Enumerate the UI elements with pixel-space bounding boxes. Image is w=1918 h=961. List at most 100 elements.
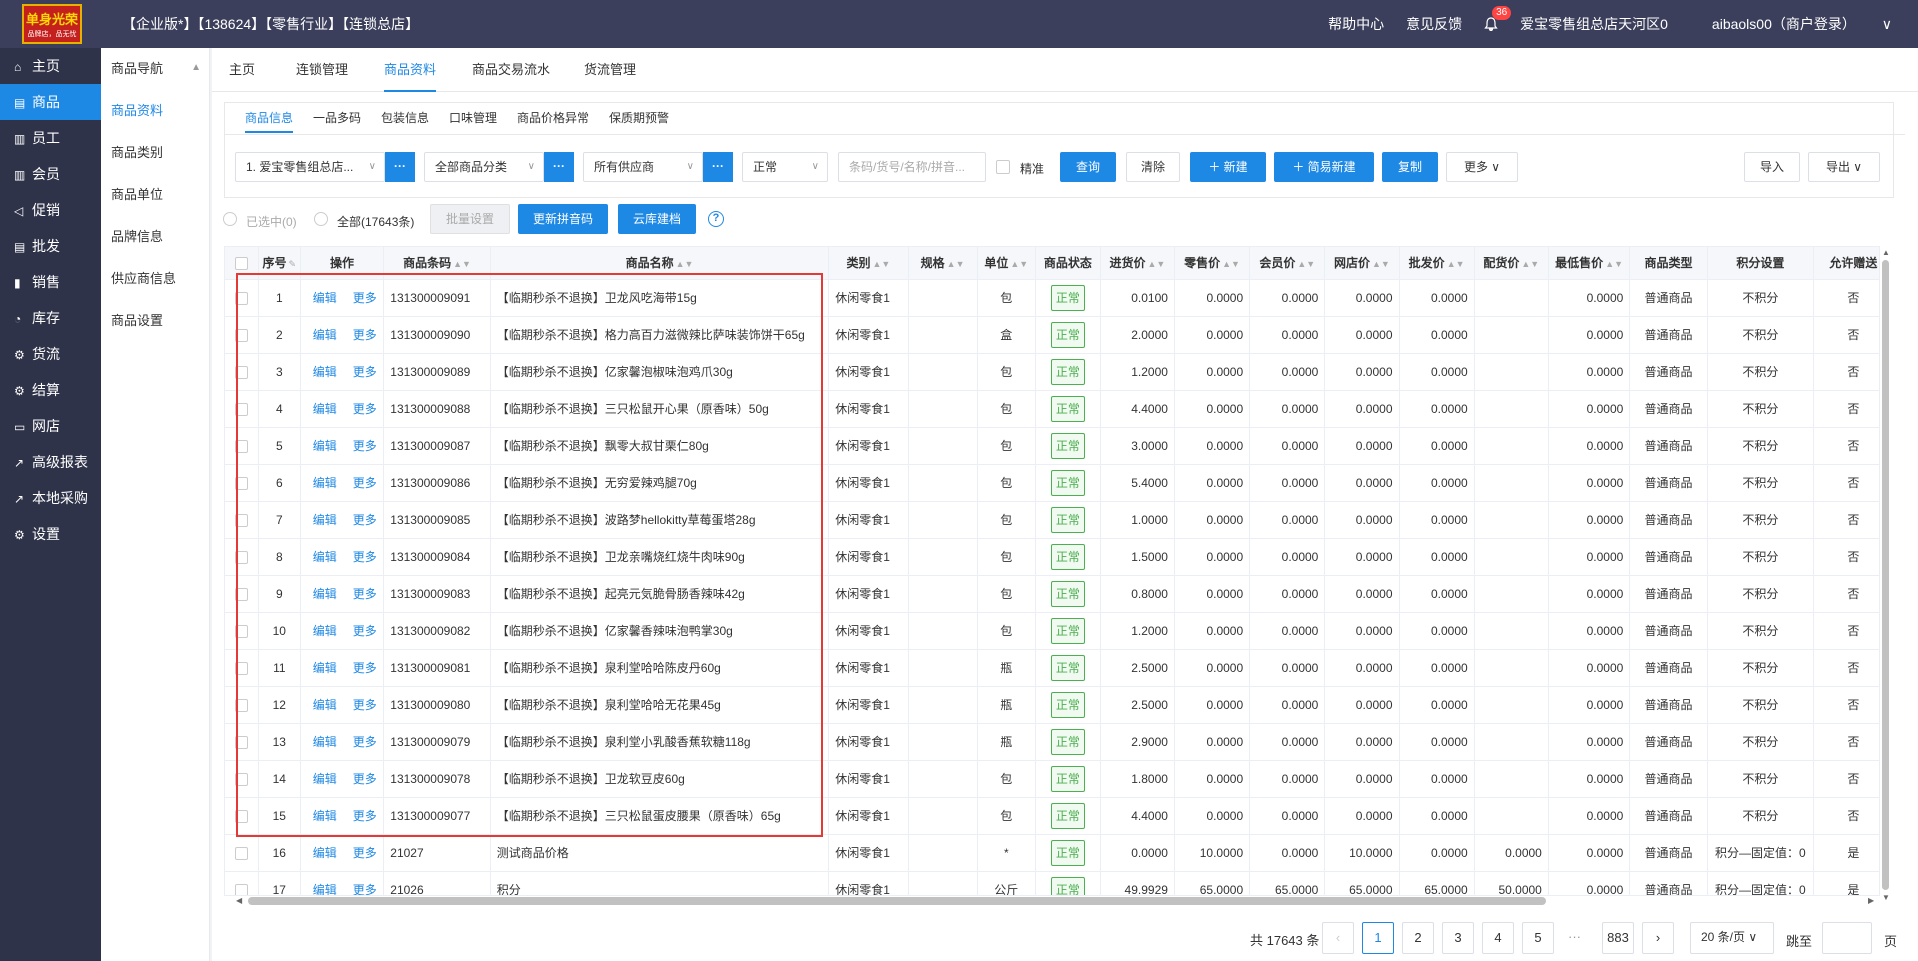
user-menu[interactable]: aibaols00（商户登录） ∨ — [1690, 14, 1892, 34]
column-header[interactable]: 单位 ▲▼ — [977, 247, 1037, 280]
help-center-link[interactable]: 帮助中心 — [1328, 14, 1384, 34]
table-row[interactable]: 5 编辑 更多 131300009087 【临期秒杀不退换】飘零大叔甘栗仁80g 休闲零食… — [225, 427, 1879, 465]
next-page-button[interactable]: › — [1642, 922, 1674, 954]
cloud-archive-button[interactable]: 云库建档 — [618, 204, 696, 234]
supplier-picker-button[interactable]: ··· — [703, 152, 733, 182]
sidebar-item-goods[interactable]: ▤ 商品 — [0, 84, 101, 120]
supplier-select[interactable]: 所有供应商 ∨ — [583, 152, 703, 182]
clear-button[interactable]: 清除 — [1126, 152, 1180, 182]
category-picker-button[interactable]: ··· — [544, 152, 574, 182]
row-checkbox[interactable] — [234, 291, 248, 305]
column-header[interactable]: 积分设置 — [1707, 247, 1815, 280]
column-header[interactable]: 规格 ▲▼ — [908, 247, 978, 280]
last-page-button[interactable]: 883 — [1602, 922, 1634, 954]
status-select[interactable]: 正常 ∨ — [742, 152, 828, 182]
sidebar-item-home[interactable]: ⌂ 主页 — [0, 48, 101, 84]
table-row[interactable]: 7 编辑 更多 131300009085 【临期秒杀不退换】波路梦hellokitty草… — [225, 501, 1879, 539]
more-link[interactable]: 更多 — [353, 772, 377, 786]
row-checkbox[interactable] — [234, 624, 248, 638]
more-link[interactable]: 更多 — [353, 809, 377, 823]
sidebar-item-shop[interactable]: ▭ 网店 — [0, 408, 101, 444]
table-row[interactable]: 13 编辑 更多 131300009079 【临期秒杀不退换】泉利堂小乳酸香蕉软糖118… — [225, 723, 1879, 761]
column-header[interactable]: 会员价 ▲▼ — [1249, 247, 1326, 280]
column-header[interactable]: 序号 ✎ — [258, 247, 301, 280]
sort-icon[interactable]: ▲▼ — [676, 259, 694, 269]
page-5-button[interactable]: 5 — [1522, 922, 1554, 954]
edit-link[interactable]: 编辑 — [313, 772, 337, 786]
scroll-up-icon[interactable]: ▲ — [1882, 248, 1890, 257]
update-pinyin-button[interactable]: 更新拼音码 — [518, 204, 608, 234]
tab-chain-management[interactable]: 连锁管理 — [296, 48, 348, 92]
sort-icon[interactable]: ▲▼ — [1521, 259, 1539, 269]
sort-icon[interactable]: ▲▼ — [1222, 259, 1240, 269]
collapse-arrow-icon[interactable]: ▲ — [191, 62, 201, 73]
more-link[interactable]: 更多 — [353, 883, 377, 895]
edit-link[interactable]: 编辑 — [313, 476, 337, 490]
notification-bell-icon[interactable]: 36 — [1484, 6, 1512, 32]
table-row[interactable]: 3 编辑 更多 131300009089 【临期秒杀不退换】亿家馨泡椒味泡鸡爪30g 休闲… — [225, 353, 1879, 391]
sort-icon[interactable]: ▲▼ — [1147, 259, 1165, 269]
column-header[interactable]: 类别 ▲▼ — [828, 247, 909, 280]
edit-link[interactable]: 编辑 — [313, 624, 337, 638]
query-button[interactable]: 查询 — [1060, 152, 1116, 182]
column-header[interactable]: 进货价 ▲▼ — [1100, 247, 1175, 280]
export-button[interactable]: 导出 ∨ — [1808, 152, 1880, 182]
column-settings-icon[interactable]: ✎ — [289, 259, 297, 269]
more-link[interactable]: 更多 — [353, 587, 377, 601]
store-name[interactable]: 爱宝零售组总店天河区0 — [1520, 14, 1668, 34]
tab-home[interactable]: 主页 — [229, 48, 255, 92]
new-button[interactable]: ＋ 新建 — [1190, 152, 1266, 182]
scroll-left-icon[interactable]: ◀ — [236, 896, 242, 905]
horizontal-scrollbar[interactable] — [248, 897, 1546, 905]
feedback-link[interactable]: 意见反馈 — [1406, 14, 1462, 34]
subtab-flavor[interactable]: 口味管理 — [449, 103, 497, 133]
subnav-item[interactable]: 商品类别 — [101, 132, 209, 174]
goto-page-input[interactable] — [1822, 922, 1872, 954]
edit-link[interactable]: 编辑 — [313, 883, 337, 895]
row-checkbox[interactable] — [234, 661, 248, 675]
table-row[interactable]: 1 编辑 更多 131300009091 【临期秒杀不退换】卫龙风吃海带15g 休闲零食1… — [225, 279, 1879, 317]
edit-link[interactable]: 编辑 — [313, 513, 337, 527]
column-header[interactable]: 配货价 ▲▼ — [1474, 247, 1549, 280]
edit-link[interactable]: 编辑 — [313, 809, 337, 823]
sidebar-item-stock[interactable]: ◔ 库存 — [0, 300, 101, 336]
page-4-button[interactable]: 4 — [1482, 922, 1514, 954]
more-link[interactable]: 更多 — [353, 291, 377, 305]
sort-icon[interactable]: ▲▼ — [453, 259, 471, 269]
brand-logo[interactable]: 单身光荣 品牌店，品无忧 — [22, 4, 82, 44]
subnav-item[interactable]: 商品单位 — [101, 174, 209, 216]
edit-link[interactable]: 编辑 — [313, 661, 337, 675]
more-link[interactable]: 更多 — [353, 476, 377, 490]
row-checkbox[interactable] — [234, 772, 248, 786]
selected-radio[interactable] — [223, 212, 237, 226]
row-checkbox[interactable] — [234, 698, 248, 712]
edit-link[interactable]: 编辑 — [313, 402, 337, 416]
column-header[interactable]: 商品状态 — [1035, 247, 1101, 280]
subnav-item[interactable]: 供应商信息 — [101, 258, 209, 300]
category-select[interactable]: 全部商品分类 ∨ — [424, 152, 544, 182]
column-header[interactable]: 零售价 ▲▼ — [1174, 247, 1251, 280]
subtab-package-info[interactable]: 包装信息 — [381, 103, 429, 133]
import-button[interactable]: 导入 — [1744, 152, 1800, 182]
edit-link[interactable]: 编辑 — [313, 698, 337, 712]
sort-icon[interactable]: ▲▼ — [947, 259, 965, 269]
page-3-button[interactable]: 3 — [1442, 922, 1474, 954]
more-link[interactable]: 更多 — [353, 513, 377, 527]
sidebar-item-staff[interactable]: ▥ 员工 — [0, 120, 101, 156]
row-checkbox[interactable] — [234, 587, 248, 601]
sidebar-item-report[interactable]: ↗ 高级报表 — [0, 444, 101, 480]
more-link[interactable]: 更多 — [353, 402, 377, 416]
more-link[interactable]: 更多 — [353, 439, 377, 453]
row-checkbox[interactable] — [234, 846, 248, 860]
column-header[interactable]: 最低售价 ▲▼ — [1548, 247, 1631, 280]
edit-link[interactable]: 编辑 — [313, 439, 337, 453]
vertical-scrollbar[interactable] — [1882, 260, 1889, 890]
sort-icon[interactable]: ▲▼ — [1447, 259, 1465, 269]
edit-link[interactable]: 编辑 — [313, 291, 337, 305]
sort-icon[interactable]: ▲▼ — [873, 259, 891, 269]
page-1-button[interactable]: 1 — [1362, 922, 1394, 954]
table-row[interactable]: 6 编辑 更多 131300009086 【临期秒杀不退换】无穷爱辣鸡腿70g 休闲零食1… — [225, 464, 1879, 502]
help-icon[interactable]: ? — [708, 211, 724, 227]
sidebar-item-member[interactable]: ▥ 会员 — [0, 156, 101, 192]
table-row[interactable]: 11 编辑 更多 131300009081 【临期秒杀不退换】泉利堂哈哈陈皮丹60g 休闲… — [225, 649, 1879, 687]
